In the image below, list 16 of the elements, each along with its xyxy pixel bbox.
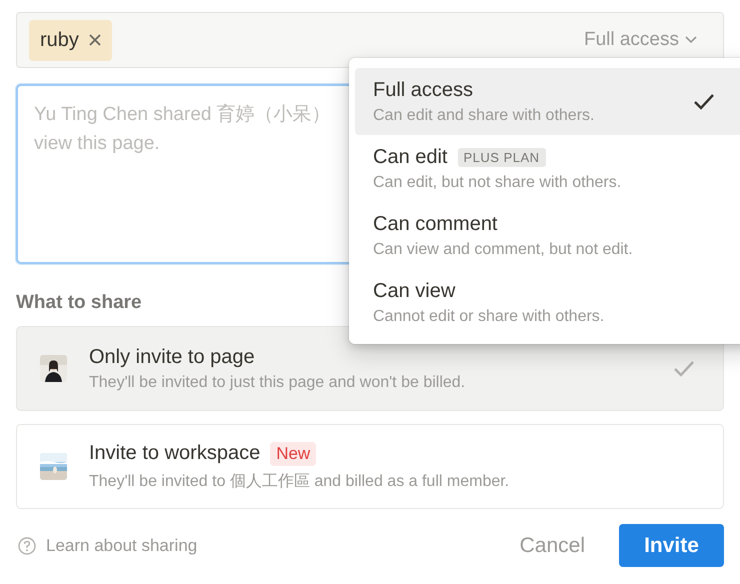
plan-badge: PLUS PLAN [458,148,546,166]
option-description: They'll be invited to 個人工作區 and billed as a full member. [89,472,510,492]
invitee-name: ruby [40,28,79,52]
menu-item-description: Can edit and share with others. [373,106,596,124]
menu-item-title: Full access [373,78,474,102]
option-description: They'll be invited to just this page and won't be billed. [89,374,466,392]
menu-item-title: Can view [373,280,456,302]
menu-item-title: Can comment [373,212,498,236]
new-badge: New [270,442,316,466]
option-title: Only invite to page [89,346,255,368]
menu-item-description: Cannot edit or share with others. [373,308,606,326]
menu-item-description: Can view and comment, but not edit. [373,240,634,258]
menu-item-description: Can edit, but not share with others. [373,174,622,192]
section-heading: What to share [16,292,143,314]
menu-item-title: Can edit [373,146,448,168]
option-title: Invite to workspace [89,442,260,465]
